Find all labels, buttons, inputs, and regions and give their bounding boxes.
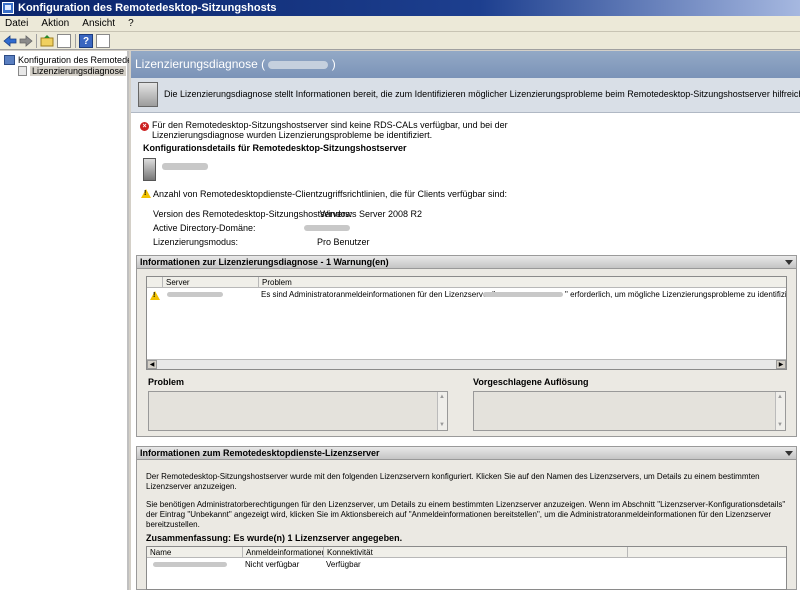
row-problem-prefix: Es sind Administratoranmeldeinformatione… bbox=[261, 290, 496, 299]
problem-textbox[interactable]: ▲ ▼ bbox=[148, 391, 448, 431]
resolution-label: Vorgeschlagene Auflösung bbox=[473, 377, 589, 387]
details-pane: Lizenzierungsdiagnose ( ) Die Lizenzieru… bbox=[131, 51, 800, 590]
pane-title: Lizenzierungsdiagnose ( bbox=[135, 57, 266, 71]
intro-banner: Die Lizenzierungsdiagnose stellt Informa… bbox=[131, 78, 800, 113]
up-folder-icon[interactable] bbox=[40, 34, 54, 48]
diagnosis-section-header[interactable]: Informationen zur Lizenzierungsdiagnose … bbox=[137, 256, 796, 269]
scroll-left-icon[interactable]: ◀ bbox=[147, 360, 157, 369]
tree-node-licensing-label: Lizenzierungsdiagnose bbox=[30, 66, 127, 76]
license-server-section: Informationen zum Remotedesktopdienste-L… bbox=[136, 446, 797, 590]
scroll-right-icon[interactable]: ▶ bbox=[776, 360, 786, 369]
col-server[interactable]: Server bbox=[163, 277, 259, 288]
diagnosis-section-title: Informationen zur Lizenzierungsdiagnose … bbox=[140, 257, 389, 267]
forward-arrow-icon[interactable] bbox=[19, 34, 33, 48]
diagnosis-section: Informationen zur Lizenzierungsdiagnose … bbox=[136, 255, 797, 437]
vertical-scrollbar[interactable]: ▲ ▼ bbox=[437, 392, 447, 430]
menu-help[interactable]: ? bbox=[123, 16, 139, 32]
license-server-summary: Zusammenfassung: Es wurde(n) 1 Lizenzser… bbox=[146, 533, 403, 543]
col-credentials[interactable]: Anmeldeinformationen bbox=[243, 547, 324, 558]
error-icon: × bbox=[140, 122, 149, 131]
license-server-section-title: Informationen zum Remotedesktopdienste-L… bbox=[140, 448, 380, 458]
diagnosis-grid: Server Problem Es sind Administratoranme… bbox=[146, 276, 787, 370]
row-connectivity: Verfügbar bbox=[326, 560, 361, 569]
resolution-textbox[interactable]: ▲ ▼ bbox=[473, 391, 786, 431]
menu-bar: Datei Aktion Ansicht ? bbox=[0, 16, 800, 32]
back-arrow-icon[interactable] bbox=[3, 34, 17, 48]
warning-line: Anzahl von Remotedesktopdienste-Clientzu… bbox=[153, 189, 508, 199]
server-icon bbox=[138, 82, 158, 107]
menu-aktion[interactable]: Aktion bbox=[36, 16, 74, 32]
collapse-icon[interactable] bbox=[785, 260, 793, 265]
intro-text: Die Lizenzierungsdiagnose stellt Informa… bbox=[164, 89, 800, 99]
tree-node-root-label: Konfiguration des Remotedesktop bbox=[18, 55, 129, 65]
computer-icon bbox=[4, 55, 15, 65]
warning-icon bbox=[150, 291, 160, 300]
menu-ansicht[interactable]: Ansicht bbox=[77, 16, 120, 32]
license-server-grid: Name Anmeldeinformationen Konnektivität … bbox=[146, 546, 787, 590]
action-pane-icon[interactable] bbox=[96, 34, 110, 48]
detail-mode-label: Lizenzierungsmodus: bbox=[153, 237, 239, 247]
document-icon bbox=[18, 66, 27, 76]
col-name[interactable]: Name bbox=[147, 547, 243, 558]
license-server-para-2: Sie benötigen Administratorberechtigunge… bbox=[146, 500, 786, 529]
error-message: Für den Remotedesktop-Sitzungshostserver… bbox=[152, 120, 508, 140]
redacted-server-name bbox=[268, 60, 329, 69]
detail-domain-label: Active Directory-Domäne: bbox=[153, 223, 256, 233]
server-icon bbox=[143, 158, 156, 181]
detail-mode-value: Pro Benutzer bbox=[317, 237, 370, 247]
pane-header: Lizenzierungsdiagnose ( ) bbox=[131, 51, 800, 78]
row-credentials: Nicht verfügbar bbox=[245, 560, 300, 569]
col-connectivity[interactable]: Konnektivität bbox=[324, 547, 628, 558]
toolbar: ? bbox=[0, 32, 800, 50]
window-title: Konfiguration des Remotedesktop-Sitzungs… bbox=[18, 2, 277, 14]
redacted-server bbox=[167, 292, 223, 297]
redacted-domain bbox=[304, 225, 350, 231]
detail-version-value: Windows Server 2008 R2 bbox=[320, 209, 423, 219]
table-row[interactable]: Es sind Administratoranmeldeinformatione… bbox=[147, 289, 787, 301]
title-bar: Konfiguration des Remotedesktop-Sitzungs… bbox=[0, 0, 800, 16]
redacted-license-server bbox=[483, 292, 563, 297]
warning-icon bbox=[141, 189, 151, 198]
menu-datei[interactable]: Datei bbox=[0, 16, 33, 32]
help-icon[interactable]: ? bbox=[79, 34, 93, 48]
collapse-icon[interactable] bbox=[785, 451, 793, 456]
problem-label: Problem bbox=[148, 377, 185, 387]
horizontal-scrollbar[interactable]: ◀ ▶ bbox=[147, 359, 786, 369]
console-tree: Konfiguration des Remotedesktop Lizenzie… bbox=[0, 51, 129, 590]
col-problem[interactable]: Problem bbox=[259, 277, 786, 288]
redacted-server-name bbox=[162, 163, 208, 170]
console-tree-icon[interactable] bbox=[57, 34, 71, 48]
config-heading: Konfigurationsdetails für Remotedesktop-… bbox=[143, 143, 407, 153]
tree-node-licensing-diagnosis[interactable]: Lizenzierungsdiagnose bbox=[18, 65, 127, 77]
table-row[interactable]: Nicht verfügbar Verfügbar bbox=[147, 559, 786, 571]
row-problem-suffix: " erforderlich, um mögliche Lizenzierung… bbox=[565, 290, 787, 299]
vertical-scrollbar[interactable]: ▲ ▼ bbox=[775, 392, 785, 430]
mmc-icon bbox=[2, 2, 14, 14]
redacted-license-server-name bbox=[153, 562, 227, 567]
license-server-para-1: Der Remotedesktop-Sitzungshostserver wur… bbox=[146, 472, 760, 491]
license-server-section-header[interactable]: Informationen zum Remotedesktopdienste-L… bbox=[137, 447, 796, 460]
